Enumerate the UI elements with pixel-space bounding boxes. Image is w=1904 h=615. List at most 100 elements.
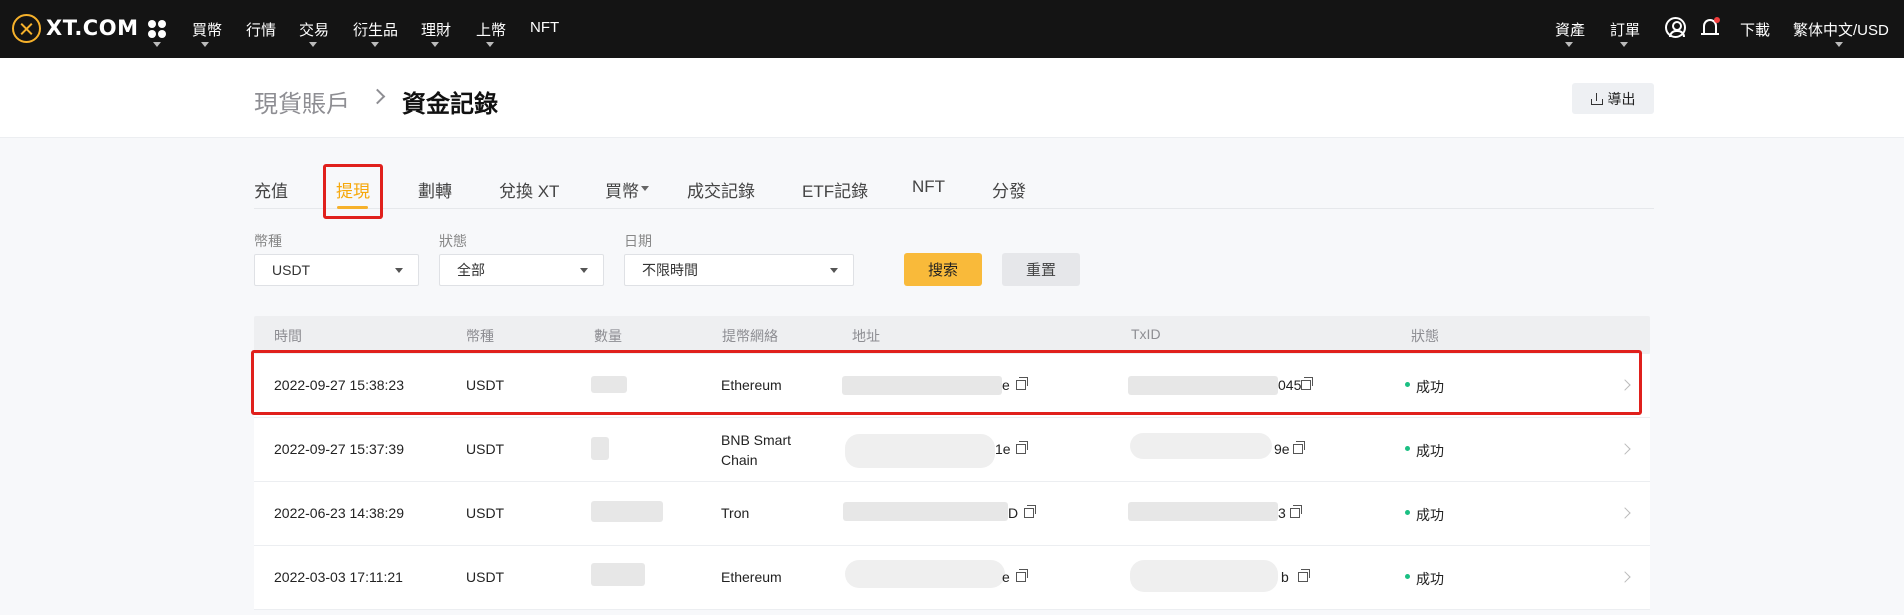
row-txid-tail: 045 [1278,377,1302,393]
row-currency: USDT [466,505,505,521]
copy-icon[interactable] [1016,569,1028,582]
chevron-down-icon [201,42,209,47]
chevron-down-icon [486,42,494,47]
copy-icon[interactable] [1016,377,1028,390]
row-address-tail: 1e [995,441,1011,457]
nav-item-derivatives[interactable]: 衍生品 [353,19,398,40]
tab-transfer[interactable]: 劃轉 [418,177,452,202]
export-label: 導出 [1607,90,1636,107]
redacted-address [845,434,995,468]
chevron-down-icon [395,268,403,273]
xt-logo-icon [12,13,41,43]
redacted-amount [591,437,609,460]
top-navbar: XT.COM 買幣 行情 交易 衍生品 理財 上幣 NFT 資產 訂單 下載 繁… [0,0,1904,58]
copy-icon[interactable] [1290,505,1302,518]
row-address-tail: e [1002,569,1010,585]
status-select-value: 全部 [457,262,485,278]
tab-distribution[interactable]: 分發 [992,177,1026,202]
row-network: Ethereum [721,377,782,393]
reset-button[interactable]: 重置 [1002,253,1080,286]
currency-select-value: USDT [272,262,311,278]
nav-item-markets[interactable]: 行情 [246,19,276,40]
table-header [254,316,1650,354]
nav-item-earn[interactable]: 理財 [421,19,451,40]
row-address-tail: e [1002,377,1010,393]
chevron-down-icon [580,268,588,273]
copy-icon[interactable] [1024,505,1036,518]
status-success-dot [1405,382,1410,387]
bell-icon[interactable] [1701,17,1720,39]
row-time: 2022-09-27 15:38:23 [274,377,404,393]
apps-caret-icon [153,42,161,47]
row-currency: USDT [466,569,505,585]
tab-withdraw[interactable]: 提現 [336,177,370,202]
redacted-amount [591,501,663,522]
nav-item-trade[interactable]: 交易 [299,19,329,40]
nav-assets[interactable]: 資產 [1555,19,1585,40]
status-filter-label: 狀態 [439,233,467,249]
tabs-divider [254,208,1654,209]
row-status: 成功 [1416,571,1444,587]
apps-grid-icon[interactable] [148,20,166,38]
row-network: Ethereum [721,569,782,585]
row-txid-tail: 9e [1274,441,1290,457]
redacted-txid [1130,433,1272,459]
column-header-time: 時間 [274,328,302,344]
nav-download[interactable]: 下載 [1740,19,1770,40]
tab-buy-crypto[interactable]: 買幣 [605,177,639,202]
copy-icon[interactable] [1293,441,1305,454]
status-select[interactable]: 全部 [439,254,604,286]
tab-nft[interactable]: NFT [912,177,945,197]
redacted-address [842,376,1002,395]
redacted-txid [1128,376,1278,395]
date-select[interactable]: 不限時間 [624,254,854,286]
row-txid-tail: 3 [1278,505,1286,521]
tab-deposit[interactable]: 充值 [254,177,288,202]
row-time: 2022-09-27 15:37:39 [274,441,404,457]
chevron-down-icon [830,268,838,273]
row-currency: USDT [466,377,505,393]
copy-icon[interactable] [1298,569,1310,582]
breadcrumb-parent[interactable]: 現貨賬戶 [254,84,350,119]
row-status: 成功 [1416,379,1444,395]
chevron-down-icon [1835,42,1843,47]
copy-icon[interactable] [1016,441,1028,454]
redacted-amount [591,563,645,586]
user-icon[interactable] [1665,17,1686,38]
xt-logo[interactable]: XT.COM [12,13,138,43]
logo-text: XT.COM [46,16,139,40]
column-header-currency: 幣種 [466,328,494,344]
chevron-down-icon [641,186,649,191]
chevron-down-icon [1565,42,1573,47]
column-header-address: 地址 [852,328,880,344]
status-success-dot [1405,510,1410,515]
row-time: 2022-03-03 17:11:21 [274,569,403,585]
redacted-address [845,560,1005,588]
date-select-value: 不限時間 [642,262,698,278]
currency-filter-label: 幣種 [254,233,282,249]
date-filter-label: 日期 [624,233,652,249]
search-button[interactable]: 搜索 [904,253,982,286]
currency-select[interactable]: USDT [254,254,419,286]
row-txid-tail: b [1281,569,1289,585]
row-currency: USDT [466,441,505,457]
chevron-down-icon [431,42,439,47]
column-header-status: 狀態 [1411,328,1439,344]
redacted-txid [1128,502,1278,521]
row-network: BNB Smart Chain [721,432,792,468]
copy-icon[interactable] [1301,377,1313,390]
chevron-down-icon [371,42,379,47]
export-button[interactable]: 導出 [1572,83,1654,114]
nav-item-nft[interactable]: NFT [530,19,559,36]
tab-convert-xt[interactable]: 兌換 XT [499,177,559,202]
row-status: 成功 [1416,507,1444,523]
nav-item-buy-crypto[interactable]: 買幣 [192,19,222,40]
download-icon [1590,92,1603,105]
column-header-network: 提幣網絡 [722,328,778,344]
nav-language-currency[interactable]: 繁体中文/USD [1793,19,1889,40]
tab-trade-history[interactable]: 成交記錄 [687,177,755,202]
redacted-address [843,502,1008,521]
tab-etf-records[interactable]: ETF記錄 [802,177,868,202]
nav-orders[interactable]: 訂單 [1610,19,1640,40]
nav-item-listing[interactable]: 上幣 [476,19,506,40]
